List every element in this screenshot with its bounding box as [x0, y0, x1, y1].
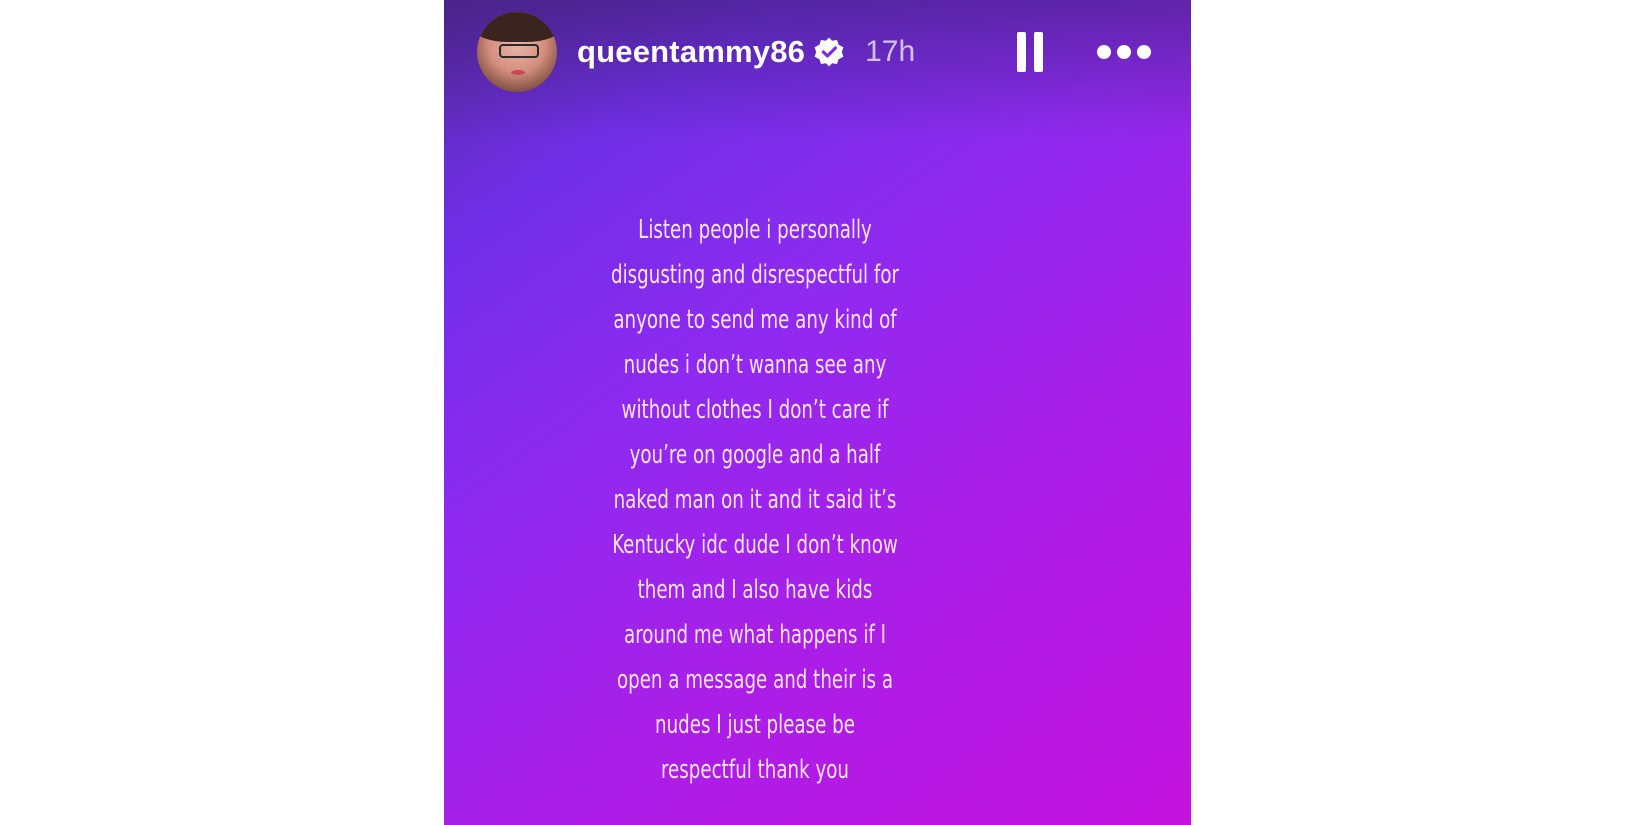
avatar-glasses — [499, 44, 539, 58]
pause-bar-right — [1034, 32, 1043, 72]
story-caption: Listen people i personally disgusting an… — [572, 208, 939, 793]
caption-line: naked man on it and it said it’s — [613, 485, 897, 515]
caption-line: them and I also have kids — [637, 575, 873, 605]
avatar-lips — [511, 70, 525, 75]
page: queentammy86 17h Listen people i persona… — [0, 0, 1650, 825]
profile-avatar[interactable] — [477, 12, 557, 92]
more-dot — [1097, 45, 1111, 59]
caption-line: open a message and their is a — [616, 665, 894, 695]
caption-line: you’re on google and a half — [629, 440, 881, 470]
more-options-icon[interactable] — [1097, 45, 1151, 59]
caption-line: Listen people i personally — [638, 215, 872, 245]
caption-line: respectful thank you — [661, 755, 849, 785]
caption-line: Kentucky idc dude I don’t know — [612, 530, 898, 560]
caption-line: without clothes I don’t care if — [621, 395, 889, 425]
more-dot — [1117, 45, 1131, 59]
username[interactable]: queentammy86 — [577, 34, 805, 70]
caption-line: nudes i don’t wanna see any — [623, 350, 887, 380]
caption-line: nudes I just please be — [655, 710, 855, 740]
pause-icon[interactable] — [1017, 32, 1043, 72]
caption-line: disgusting and disrespectful for — [611, 260, 899, 290]
more-dot — [1137, 45, 1151, 59]
avatar-hair — [477, 12, 557, 42]
caption-line: anyone to send me any kind of — [613, 305, 897, 335]
caption-line: around me what happens if I — [624, 620, 886, 650]
post-time: 17h — [865, 35, 916, 68]
pause-bar-left — [1017, 32, 1026, 72]
verified-badge-icon — [813, 36, 845, 68]
story-header: queentammy86 17h — [477, 10, 1151, 94]
story-viewer[interactable]: queentammy86 17h Listen people i persona… — [444, 0, 1191, 825]
